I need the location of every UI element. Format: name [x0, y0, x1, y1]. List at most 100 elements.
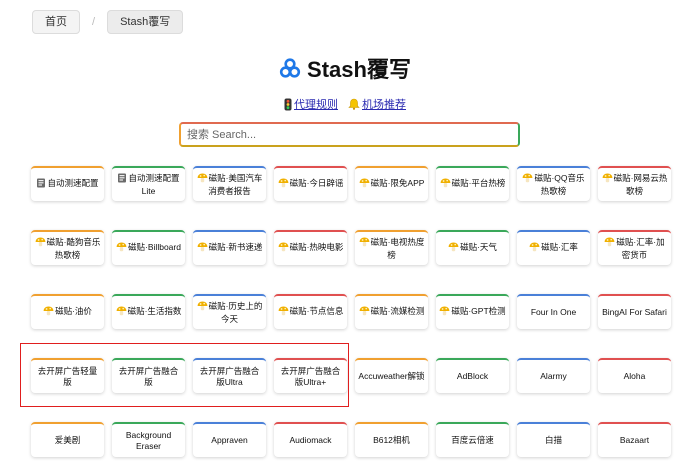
override-card[interactable]: 磁贴·平台热榜 — [436, 166, 509, 201]
mushroom-icon — [35, 237, 46, 250]
mushroom-icon — [197, 242, 208, 255]
override-card-content: 磁贴·新书速递 — [197, 242, 263, 255]
breadcrumb-home[interactable]: 首页 — [32, 10, 80, 34]
highlight-box — [20, 343, 349, 407]
override-card-content: 磁贴·汇率 — [529, 242, 578, 255]
override-card[interactable]: 磁贴·汇率·加密货币 — [598, 230, 671, 265]
override-card-label: 磁贴·美国汽车消费者报告 — [208, 172, 263, 196]
override-card-label: B612相机 — [373, 435, 410, 445]
override-card[interactable]: 磁贴·热映电影 — [274, 230, 347, 265]
override-card-content: 磁贴·GPT检测 — [439, 306, 506, 319]
override-card-content: 磁贴·QQ音乐热歌榜 — [520, 173, 587, 197]
mushroom-icon — [602, 173, 613, 186]
override-card[interactable]: 自动测速配置Lite — [112, 166, 185, 201]
override-card-content: 自动测速配置Lite — [115, 173, 182, 197]
override-card[interactable]: Accuweather解锁 — [355, 358, 428, 393]
override-card-content: 磁贴·热映电影 — [278, 242, 343, 255]
override-card-label: 磁贴·QQ音乐热歌榜 — [534, 172, 585, 196]
override-card[interactable]: 磁贴·电视热度榜 — [355, 230, 428, 265]
override-card-content: 磁贴·历史上的今天 — [196, 301, 263, 325]
override-card[interactable]: 磁贴·历史上的今天 — [193, 294, 266, 329]
override-card-label: Aloha — [623, 371, 646, 381]
override-card[interactable]: B612相机 — [355, 422, 428, 457]
override-card-label: Four In One — [530, 307, 577, 317]
override-card[interactable]: 磁贴·GPT检测 — [436, 294, 509, 329]
override-card[interactable]: 磁贴·汇率 — [517, 230, 590, 265]
override-card-label: 磁贴·历史上的今天 — [208, 300, 263, 324]
mushroom-icon — [359, 178, 370, 191]
override-card-content: Bazaart — [620, 435, 649, 446]
header-links: 代理规则 机场推荐 — [0, 96, 690, 112]
mushroom-icon — [359, 306, 370, 319]
page-header: Stash覆写 — [0, 52, 690, 84]
override-card[interactable]: Audiomack — [274, 422, 347, 457]
override-card-content: 爱美剧 — [55, 435, 81, 446]
override-card-label: 磁贴·限免APP — [370, 178, 425, 188]
mushroom-icon — [116, 306, 127, 319]
override-card[interactable]: 爱美剧 — [31, 422, 104, 457]
override-card[interactable]: Bazaart — [598, 422, 671, 457]
override-card-content: 磁贴·酷狗音乐热歌榜 — [34, 237, 101, 261]
proxy-rules-label: 代理规则 — [294, 99, 338, 111]
override-card[interactable]: Aloha — [598, 358, 671, 393]
override-card-content: 磁贴·限免APP — [359, 178, 425, 191]
airport-recommend-link[interactable]: 机场推荐 — [348, 96, 406, 112]
override-card-label: AdBlock — [456, 371, 489, 381]
override-card[interactable]: AdBlock — [436, 358, 509, 393]
override-card-label: 磁贴·汇率 — [541, 242, 578, 252]
override-card[interactable]: Four In One — [517, 294, 590, 329]
override-card[interactable]: 磁贴·今日辟谣 — [274, 166, 347, 201]
notebook-icon — [36, 178, 46, 191]
override-card-label: 磁贴·生活指数 — [127, 306, 182, 316]
override-card-content: AdBlock — [457, 371, 488, 382]
override-card-label: Background Eraser — [125, 429, 172, 451]
override-card[interactable]: 磁贴·新书速递 — [193, 230, 266, 265]
override-card[interactable]: 磁贴·美国汽车消费者报告 — [193, 166, 266, 201]
override-card[interactable]: 磁贴·酷狗音乐热歌榜 — [31, 230, 104, 265]
override-card-content: 磁贴·节点信息 — [278, 306, 343, 319]
override-card[interactable]: 自动测速配置 — [31, 166, 104, 201]
mushroom-icon — [116, 242, 127, 255]
override-card-content: 磁贴·生活指数 — [116, 306, 182, 319]
override-card[interactable]: BingAI For Safari — [598, 294, 671, 329]
breadcrumb: 首页 / Stash覆写 — [32, 10, 184, 34]
stash-logo-icon — [279, 58, 301, 78]
override-card-content: Alarmy — [540, 371, 566, 382]
override-card-label: 白描 — [544, 435, 562, 445]
override-card-content: 磁贴·流媒检测 — [359, 306, 425, 319]
override-card-content: 磁贴·今日辟谣 — [278, 178, 343, 191]
override-card[interactable]: 磁贴·Billboard — [112, 230, 185, 265]
override-card-label: 磁贴·新书速递 — [208, 242, 263, 252]
override-card[interactable]: Alarmy — [517, 358, 590, 393]
override-card-label: BingAI For Safari — [602, 307, 667, 317]
proxy-rules-link[interactable]: 代理规则 — [284, 96, 338, 112]
search-box — [179, 122, 520, 147]
override-card[interactable]: Appraven — [193, 422, 266, 457]
override-card-content: 磁贴·Billboard — [116, 242, 181, 255]
override-card-label: 磁贴·网易云热歌榜 — [613, 172, 668, 196]
override-card[interactable]: 磁贴·天气 — [436, 230, 509, 265]
override-card[interactable]: 百度云倍速 — [436, 422, 509, 457]
override-card-label: 百度云倍速 — [451, 435, 494, 445]
override-card-content: Accuweather解锁 — [358, 371, 424, 382]
override-card[interactable]: Background Eraser — [112, 422, 185, 457]
override-card-label: Accuweather解锁 — [358, 371, 425, 381]
search-input[interactable] — [181, 124, 518, 145]
page-title: Stash覆写 — [307, 57, 411, 82]
override-card-label: 磁贴·流媒检测 — [370, 306, 425, 316]
override-card[interactable]: 磁贴·网易云热歌榜 — [598, 166, 671, 201]
override-card-label: Audiomack — [289, 435, 332, 445]
override-card[interactable]: 磁贴·生活指数 — [112, 294, 185, 329]
override-card[interactable]: 磁贴·流媒检测 — [355, 294, 428, 329]
override-card[interactable]: 磁贴·QQ音乐热歌榜 — [517, 166, 590, 201]
override-card[interactable]: 磁贴·限免APP — [355, 166, 428, 201]
mushroom-icon — [278, 178, 289, 191]
mushroom-icon — [43, 306, 54, 319]
breadcrumb-current[interactable]: Stash覆写 — [107, 10, 184, 34]
mushroom-icon — [448, 242, 459, 255]
mushroom-icon — [197, 173, 208, 186]
mushroom-icon — [278, 242, 289, 255]
override-card[interactable]: 磁贴·油价 — [31, 294, 104, 329]
override-card[interactable]: 白描 — [517, 422, 590, 457]
override-card[interactable]: 磁贴·节点信息 — [274, 294, 347, 329]
